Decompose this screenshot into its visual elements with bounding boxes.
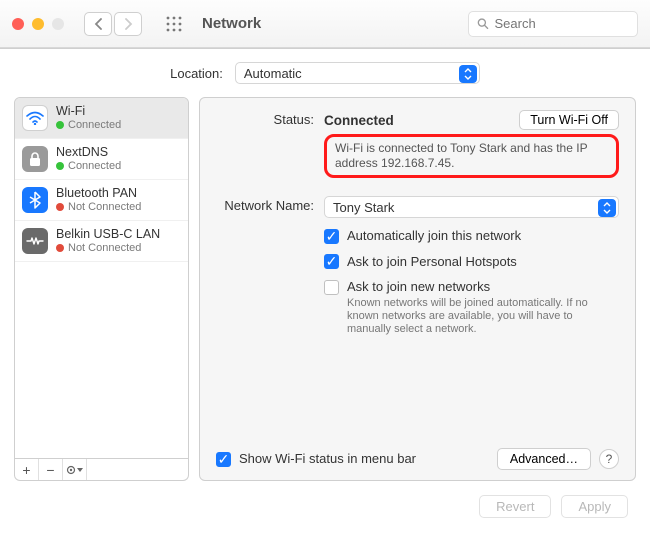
- help-button[interactable]: ?: [599, 449, 619, 469]
- service-status: Not Connected: [68, 241, 141, 255]
- zoom-window-button[interactable]: [52, 18, 64, 30]
- status-dot-red: [56, 244, 64, 252]
- service-name: Wi-Fi: [56, 104, 121, 118]
- remove-service-button[interactable]: −: [39, 459, 63, 480]
- status-dot-red: [56, 203, 64, 211]
- service-item-nextdns[interactable]: NextDNS Connected: [15, 139, 188, 180]
- service-name: Bluetooth PAN: [56, 186, 141, 200]
- status-label: Status:: [216, 110, 324, 127]
- asknew-checkbox-row[interactable]: Ask to join new networks Known networks …: [324, 279, 619, 336]
- show-menu-checkbox-row[interactable]: ✓ Show Wi-Fi status in menu bar: [216, 451, 416, 467]
- gear-small-icon: [66, 465, 76, 475]
- status-description: Wi-Fi is connected to Tony Stark and has…: [324, 134, 619, 178]
- sidebar: Wi-Fi Connected NextDNS Connected Bl: [14, 97, 189, 481]
- status-dot-green: [56, 121, 64, 129]
- detail-panel: Status: Connected Turn Wi-Fi Off Wi-Fi i…: [199, 97, 636, 481]
- asknew-hint: Known networks will be joined automatica…: [347, 297, 619, 336]
- service-name: Belkin USB-C LAN: [56, 227, 160, 241]
- asknew-label: Ask to join new networks: [347, 279, 619, 294]
- checkbox-checked-icon: ✓: [216, 452, 231, 467]
- autojoin-label: Automatically join this network: [347, 228, 619, 243]
- show-all-button[interactable]: [162, 12, 186, 36]
- network-name-value: Tony Stark: [333, 200, 394, 215]
- ethernet-icon: [22, 228, 48, 254]
- chevron-down-icon: [77, 468, 83, 472]
- apply-button[interactable]: Apply: [561, 495, 628, 518]
- titlebar: Network: [0, 0, 650, 48]
- location-row: Location: Automatic: [0, 49, 650, 97]
- nav-buttons: [84, 12, 142, 36]
- add-service-button[interactable]: +: [15, 459, 39, 480]
- checkbox-checked-icon: ✓: [324, 229, 339, 244]
- location-label: Location:: [170, 66, 223, 81]
- service-status: Not Connected: [68, 200, 141, 214]
- service-name: NextDNS: [56, 145, 121, 159]
- service-item-ethernet[interactable]: Belkin USB-C LAN Not Connected: [15, 221, 188, 262]
- autojoin-checkbox-row[interactable]: ✓ Automatically join this network: [324, 228, 619, 244]
- location-select[interactable]: Automatic: [235, 62, 480, 84]
- show-menu-label: Show Wi-Fi status in menu bar: [239, 451, 416, 466]
- advanced-button[interactable]: Advanced…: [497, 448, 591, 470]
- hotspot-label: Ask to join Personal Hotspots: [347, 254, 619, 269]
- location-value: Automatic: [244, 66, 302, 81]
- chevron-left-icon: [94, 18, 103, 30]
- chevron-updown-icon: [459, 65, 477, 83]
- hotspot-checkbox-row[interactable]: ✓ Ask to join Personal Hotspots: [324, 254, 619, 270]
- main-content: Wi-Fi Connected NextDNS Connected Bl: [0, 97, 650, 481]
- search-field[interactable]: [468, 11, 638, 37]
- window-controls: [12, 18, 64, 30]
- chevron-right-icon: [124, 18, 133, 30]
- minimize-window-button[interactable]: [32, 18, 44, 30]
- checkbox-checked-icon: ✓: [324, 254, 339, 269]
- grid-icon: [166, 16, 182, 32]
- service-status: Connected: [68, 159, 121, 173]
- network-name-label: Network Name:: [216, 196, 324, 213]
- bottom-buttons: Revert Apply: [0, 481, 650, 532]
- service-item-wifi[interactable]: Wi-Fi Connected: [15, 98, 188, 139]
- search-icon: [477, 17, 489, 30]
- service-status: Connected: [68, 118, 121, 132]
- search-input[interactable]: [495, 16, 630, 31]
- checkbox-unchecked-icon: [324, 280, 339, 295]
- service-list: Wi-Fi Connected NextDNS Connected Bl: [14, 97, 189, 459]
- status-dot-green: [56, 162, 64, 170]
- service-actions-button[interactable]: [63, 459, 87, 480]
- lock-icon: [22, 146, 48, 172]
- sidebar-footer: + −: [14, 459, 189, 481]
- wifi-icon: [22, 105, 48, 131]
- status-value: Connected: [324, 113, 509, 128]
- chevron-updown-icon: [598, 199, 616, 217]
- bluetooth-icon: [22, 187, 48, 213]
- close-window-button[interactable]: [12, 18, 24, 30]
- back-button[interactable]: [84, 12, 112, 36]
- wifi-toggle-button[interactable]: Turn Wi-Fi Off: [519, 110, 619, 130]
- network-name-select[interactable]: Tony Stark: [324, 196, 619, 218]
- service-item-bluetooth[interactable]: Bluetooth PAN Not Connected: [15, 180, 188, 221]
- forward-button[interactable]: [114, 12, 142, 36]
- revert-button[interactable]: Revert: [479, 495, 551, 518]
- window-title: Network: [202, 15, 261, 32]
